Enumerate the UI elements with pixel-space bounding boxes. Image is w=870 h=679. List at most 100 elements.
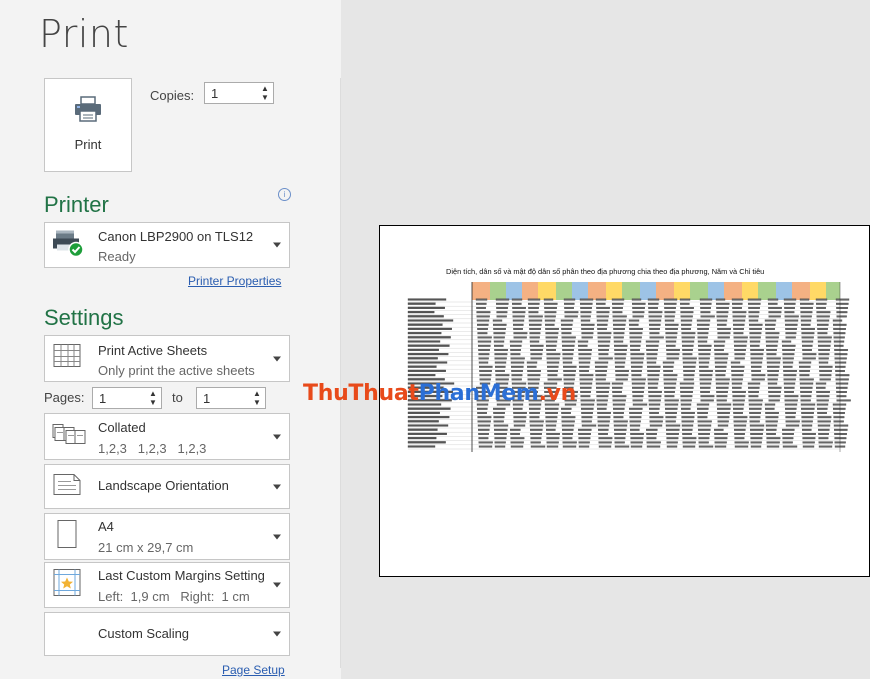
preview-cell xyxy=(543,298,554,301)
preview-cell xyxy=(817,407,828,410)
preview-cell xyxy=(629,416,642,419)
preview-cell xyxy=(698,445,714,448)
copies-down-icon[interactable]: ▼ xyxy=(259,93,271,102)
preview-cell xyxy=(832,403,847,406)
preview-cell xyxy=(529,328,541,330)
info-icon[interactable]: i xyxy=(278,188,291,201)
pages-from-up-icon[interactable]: ▲ xyxy=(147,389,159,398)
preview-cell xyxy=(768,399,780,402)
orientation-dropdown[interactable]: Landscape Orientation xyxy=(44,464,290,509)
preview-cell xyxy=(561,416,576,419)
preview-cell xyxy=(477,420,491,423)
preview-cell xyxy=(630,437,644,440)
preview-cell xyxy=(493,424,509,427)
preview-cell xyxy=(784,319,799,322)
preview-cell xyxy=(666,445,678,448)
preview-cell xyxy=(679,382,695,385)
preview-cell xyxy=(765,336,779,339)
preview-cell xyxy=(801,332,815,335)
preview-cell xyxy=(595,365,608,368)
preview-cell xyxy=(629,323,639,326)
preview-cell xyxy=(680,311,694,314)
pages-to-stepper[interactable]: 1 ▲ ▼ xyxy=(196,387,266,409)
preview-cell xyxy=(648,391,662,393)
preview-cell xyxy=(663,365,674,368)
preview-cell xyxy=(699,370,713,372)
preview-cell xyxy=(493,416,505,419)
preview-cell xyxy=(581,424,597,427)
preview-cell xyxy=(749,336,761,339)
preview-cell xyxy=(628,319,640,322)
preview-cell xyxy=(680,319,693,322)
preview-cell xyxy=(597,328,607,330)
preview-cell xyxy=(476,307,486,309)
preview-cell xyxy=(631,382,646,385)
preview-cell xyxy=(732,307,742,309)
collation-dropdown[interactable]: Collated 1,2,3 1,2,3 1,2,3 xyxy=(44,413,290,460)
scaling-dropdown[interactable]: Custom Scaling xyxy=(44,612,290,656)
pages-to-down-icon[interactable]: ▼ xyxy=(251,398,263,407)
preview-cell xyxy=(476,319,490,322)
pages-from-stepper[interactable]: 1 ▲ ▼ xyxy=(92,387,162,409)
preview-cell xyxy=(561,424,575,427)
preview-cell xyxy=(802,433,816,435)
preview-cell xyxy=(782,349,795,351)
preview-cell xyxy=(749,332,762,335)
preview-cell xyxy=(714,445,727,448)
preview-cell xyxy=(765,407,775,410)
preview-cell xyxy=(716,391,728,393)
preview-cell xyxy=(799,378,814,381)
page-setup-link[interactable]: Page Setup xyxy=(222,663,285,677)
preview-cell xyxy=(801,416,814,419)
preview-cell xyxy=(784,399,798,402)
preview-cell xyxy=(700,307,711,309)
printer-dropdown[interactable]: Canon LBP2900 on TLS12 Ready xyxy=(44,222,290,268)
printer-properties-link[interactable]: Printer Properties xyxy=(188,274,281,288)
preview-cell xyxy=(494,357,507,360)
preview-cell xyxy=(649,416,664,419)
preview-cell xyxy=(680,315,693,318)
preview-cell xyxy=(562,361,573,364)
margins-dropdown[interactable]: Last Custom Margins Setting Left: 1,9 cm… xyxy=(44,562,290,608)
pages-to-up-icon[interactable]: ▲ xyxy=(251,389,263,398)
preview-cell xyxy=(578,357,591,360)
preview-cell xyxy=(817,328,828,330)
preview-cell xyxy=(547,370,558,372)
print-scope-dropdown[interactable]: Print Active Sheets Only print the activ… xyxy=(44,335,290,382)
preview-cell xyxy=(510,344,522,347)
print-button[interactable]: Print xyxy=(44,78,132,172)
preview-cell xyxy=(732,386,742,389)
preview-cell xyxy=(750,437,763,440)
preview-cell xyxy=(596,403,608,406)
preview-row-label xyxy=(407,424,449,427)
preview-cell xyxy=(494,433,507,435)
preview-cell xyxy=(613,420,628,423)
preview-cell xyxy=(715,374,726,377)
pages-from-down-icon[interactable]: ▼ xyxy=(147,398,159,407)
preview-cell xyxy=(510,428,521,431)
copies-up-icon[interactable]: ▲ xyxy=(259,84,271,93)
chevron-down-icon xyxy=(273,631,281,637)
preview-cell xyxy=(477,336,492,339)
preview-cell xyxy=(513,420,526,423)
preview-cell xyxy=(631,370,642,372)
preview-cell xyxy=(494,344,504,347)
preview-cell xyxy=(817,323,829,326)
preview-cell xyxy=(560,319,574,322)
preview-cell xyxy=(679,298,691,301)
preview-cell xyxy=(646,361,657,364)
preview-cell xyxy=(494,445,506,448)
paper-size-dropdown[interactable]: A4 21 cm x 29,7 cm xyxy=(44,513,290,560)
preview-cell xyxy=(478,437,489,440)
preview-cell xyxy=(596,386,610,389)
preview-cell xyxy=(766,361,781,364)
preview-cell xyxy=(697,336,708,339)
copies-stepper[interactable]: 1 ▲ ▼ xyxy=(204,82,274,104)
preview-cell xyxy=(782,437,794,440)
preview-cell xyxy=(632,315,644,318)
watermark-part2: PhanMem xyxy=(418,381,539,406)
printer-section-title: Printer xyxy=(44,192,109,217)
preview-cell xyxy=(511,298,523,301)
preview-cell xyxy=(782,428,795,431)
preview-cell xyxy=(733,416,748,419)
